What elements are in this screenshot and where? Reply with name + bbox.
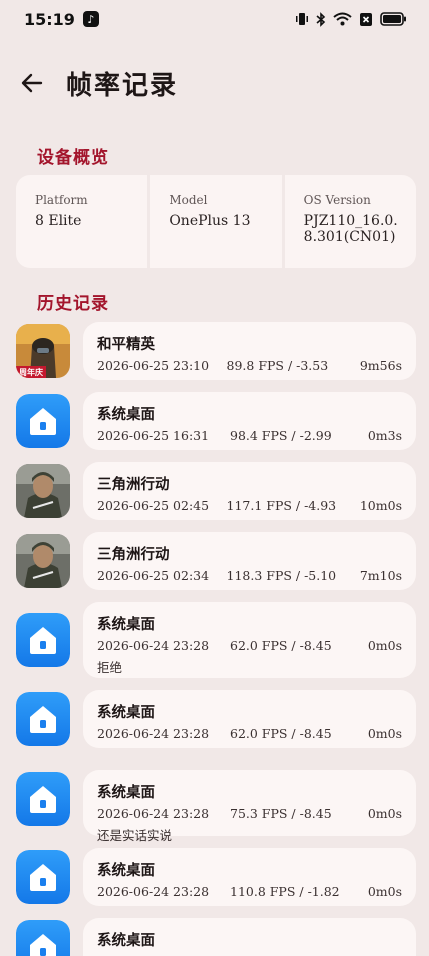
overview-card-os-version: OS Version PJZ110_16.0.8.301(CN01) <box>284 175 416 268</box>
home-launcher-icon <box>16 920 70 956</box>
history-card[interactable]: 和平精英 2026-06-25 23:10 89.8 FPS / -3.53 9m56… <box>83 322 416 380</box>
history-duration: 0m0s <box>367 726 402 741</box>
history-app-name: 系统桌面 <box>97 406 155 423</box>
history-app-name: 系统桌面 <box>97 862 155 879</box>
history-item[interactable]: 系统桌面 2026-06-24 23:28 110.8 FPS / -1.82 0m0… <box>0 848 429 906</box>
history-fps: 98.4 FPS / -2.99 <box>230 428 332 443</box>
section-title-overview: 设备概览 <box>37 148 109 168</box>
history-app-name: 系统桌面 <box>97 616 155 633</box>
overview-label: OS Version <box>303 193 371 207</box>
overview-value: OnePlus 13 <box>169 213 251 229</box>
history-card[interactable]: 系统桌面 2026-06-25 16:31 98.4 FPS / -2.99 0m3s <box>83 392 416 450</box>
history-date: 2026-06-24 23:28 <box>97 884 210 899</box>
history-fps: 117.1 FPS / -4.93 <box>226 498 337 513</box>
vibrate-icon <box>296 13 308 25</box>
history-item[interactable]: 周年庆 和平精英 2026-06-25 23:10 89.8 FPS / -3.53 9… <box>0 322 429 380</box>
arrow-left-icon <box>21 73 43 93</box>
section-title-history: 历史记录 <box>37 294 109 314</box>
status-bar: 15:19 ♪ <box>0 0 429 38</box>
history-card[interactable]: 系统桌面 2026-06-24 23:28 110.8 FPS / -1.82 0m0… <box>83 848 416 906</box>
history-date: 2026-06-25 02:34 <box>97 568 210 583</box>
history-fps: 62.0 FPS / -8.45 <box>230 638 332 653</box>
overview-label: Model <box>169 193 208 207</box>
history-note: 还是实话实说 <box>97 828 173 843</box>
history-fps: 62.0 FPS / -8.45 <box>230 726 332 741</box>
wifi-icon <box>333 12 352 26</box>
home-launcher-icon <box>16 692 70 746</box>
history-stats: 2026-06-25 16:31 98.4 FPS / -2.99 0m3s <box>97 428 402 443</box>
bluetooth-icon <box>316 11 326 27</box>
history-note: 拒绝 <box>97 660 123 675</box>
history-item[interactable]: 三角洲行动 2026-06-25 02:34 118.3 FPS / -5.10 7m… <box>0 532 429 590</box>
back-button[interactable] <box>0 58 64 108</box>
home-launcher-icon <box>16 394 70 448</box>
status-time: 15:19 <box>24 9 75 29</box>
history-app-name: 三角洲行动 <box>97 476 170 493</box>
history-date: 2026-06-24 23:28 <box>97 638 210 653</box>
history-app-name: 系统桌面 <box>97 704 155 721</box>
history-duration: 9m56s <box>359 358 402 373</box>
history-fps: 118.3 FPS / -5.10 <box>226 568 337 583</box>
history-app-name: 三角洲行动 <box>97 546 170 563</box>
home-launcher-icon <box>16 613 70 667</box>
app-header: 帧率记录 <box>0 58 429 108</box>
history-duration: 0m0s <box>367 884 402 899</box>
history-card[interactable]: 系统桌面 2026-06-24 23:28 75.3 FPS / -8.45 0m0s… <box>83 770 416 843</box>
history-item[interactable]: 系统桌面 2026-06-24 23:28 75.3 FPS / -8.45 0m0s… <box>0 770 429 843</box>
history-fps: 89.8 FPS / -3.53 <box>226 358 329 373</box>
overview-card-model: Model OnePlus 13 <box>150 175 282 268</box>
tiktok-icon: ♪ <box>82 11 99 27</box>
page-title: 帧率记录 <box>66 70 179 101</box>
delta-force-game-icon <box>16 534 70 588</box>
history-fps: 75.3 FPS / -8.45 <box>230 806 332 821</box>
history-item[interactable]: 系统桌面 2026-06-24 23:28 62.0 FPS / -8.45 0m0s <box>0 690 429 748</box>
overview-value: 8 Elite <box>35 213 82 229</box>
overview-card-platform: Platform 8 Elite <box>16 175 148 268</box>
history-duration: 0m0s <box>367 806 402 821</box>
history-card[interactable]: 三角洲行动 2026-06-25 02:34 118.3 FPS / -5.10 7m… <box>83 532 416 590</box>
history-date: 2026-06-24 23:28 <box>97 726 210 741</box>
history-duration: 7m10s <box>359 568 402 583</box>
history-app-name: 系统桌面 <box>97 932 155 949</box>
status-icons <box>295 11 407 27</box>
history-app-name: 系统桌面 <box>97 784 155 801</box>
history-item[interactable]: 系统桌面 2026-06-24 23:28 62.0 FPS / -8.45 0m0s… <box>0 602 429 678</box>
history-card[interactable]: 系统桌面 2026-06-24 23:28 62.0 FPS / -8.45 0m0s <box>83 690 416 748</box>
home-launcher-icon <box>16 850 70 904</box>
history-duration: 0m3s <box>367 428 402 443</box>
svg-text:周年庆: 周年庆 <box>19 367 43 377</box>
history-stats: 2026-06-24 23:28 62.0 FPS / -8.45 0m0s <box>97 726 402 741</box>
history-item[interactable]: 系统桌面2026-06-24 23:28110.8 FPS / -1.820m0… <box>0 918 429 956</box>
history-date: 2026-06-25 23:10 <box>97 358 210 373</box>
history-app-name: 和平精英 <box>97 336 155 353</box>
history-item[interactable]: 系统桌面 2026-06-25 16:31 98.4 FPS / -2.99 0m3s <box>0 392 429 450</box>
history-duration: 10m0s <box>359 498 402 513</box>
history-fps: 110.8 FPS / -1.82 <box>230 884 340 899</box>
history-date: 2026-06-25 16:31 <box>97 428 210 443</box>
history-stats: 2026-06-25 23:10 89.8 FPS / -3.53 9m56s <box>97 358 402 373</box>
history-date: 2026-06-25 02:45 <box>97 498 210 513</box>
history-card[interactable]: 三角洲行动 2026-06-25 02:45 117.1 FPS / -4.93 10… <box>83 462 416 520</box>
overview-value: PJZ110_16.0.8.301(CN01) <box>303 213 398 245</box>
history-stats: 2026-06-25 02:45 117.1 FPS / -4.93 10m0s <box>97 498 402 513</box>
history-date: 2026-06-24 23:28 <box>97 806 210 821</box>
pubg-game-icon: 周年庆 <box>16 324 70 378</box>
history-stats: 2026-06-25 02:34 118.3 FPS / -5.10 7m10s <box>97 568 402 583</box>
overview-label: Platform <box>35 193 88 207</box>
history-stats: 2026-06-24 23:28 62.0 FPS / -8.45 0m0s <box>97 638 402 653</box>
sim-off-icon <box>360 12 372 26</box>
history-duration: 0m0s <box>367 638 402 653</box>
history-card[interactable]: 系统桌面2026-06-24 23:28110.8 FPS / -1.820m0… <box>83 918 416 956</box>
history-stats: 2026-06-24 23:28 110.8 FPS / -1.82 0m0s <box>97 884 402 899</box>
delta-force-game-icon <box>16 464 70 518</box>
history-card[interactable]: 系统桌面 2026-06-24 23:28 62.0 FPS / -8.45 0m0s… <box>83 602 416 678</box>
battery-icon <box>380 12 406 26</box>
device-overview: Platform 8 Elite Model OnePlus 13 OS Ver… <box>16 175 416 268</box>
history-item[interactable]: 三角洲行动 2026-06-25 02:45 117.1 FPS / -4.93 10… <box>0 462 429 520</box>
history-stats: 2026-06-24 23:28 75.3 FPS / -8.45 0m0s <box>97 806 402 821</box>
home-launcher-icon <box>16 772 70 826</box>
